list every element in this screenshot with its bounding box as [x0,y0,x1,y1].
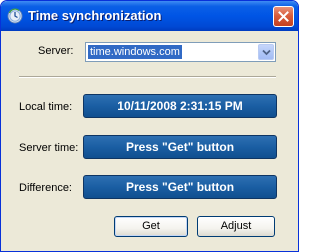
local-time-display: 10/11/2008 2:31:15 PM [83,94,277,118]
server-label: Server: [38,45,74,57]
close-button[interactable] [273,6,294,27]
difference-label: Difference: [19,182,72,194]
chevron-down-icon [262,49,271,56]
close-icon [278,11,289,22]
title-bar[interactable]: Time synchronization [1,1,298,31]
server-time-label: Server time: [19,142,79,154]
server-dropdown-button[interactable] [258,44,274,60]
server-select-value: time.windows.com [88,45,182,59]
separator [19,76,276,78]
local-time-label: Local time: [19,101,73,113]
clock-sync-icon [7,8,23,24]
difference-display: Press "Get" button [83,175,277,199]
get-button[interactable]: Get [114,216,188,237]
server-time-display: Press "Get" button [83,135,277,159]
time-sync-dialog: Time synchronization Server: time.window… [0,0,299,252]
server-select[interactable]: time.windows.com [85,42,276,62]
adjust-button[interactable]: Adjust [197,216,275,237]
window-title: Time synchronization [28,8,162,23]
